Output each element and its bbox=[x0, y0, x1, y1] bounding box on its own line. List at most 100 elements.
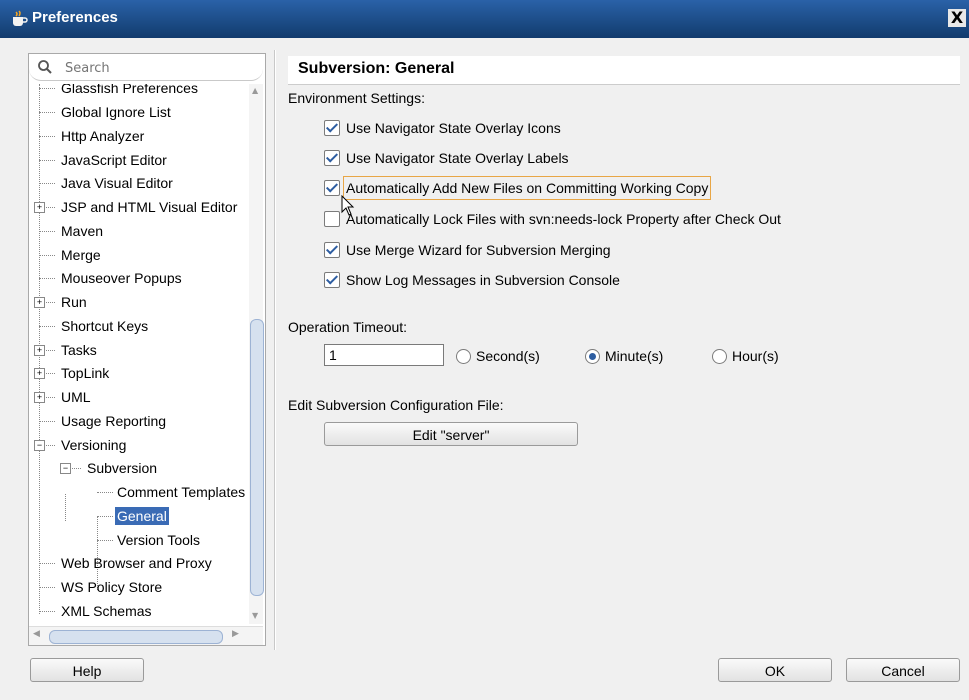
tree-horizontal-scrollbar[interactable]: ◀ ▶ bbox=[29, 626, 263, 645]
tree-item[interactable]: Web Browser and Proxy bbox=[59, 553, 214, 573]
window-title: Preferences bbox=[32, 9, 118, 26]
tree-item-label: Http Analyzer bbox=[61, 128, 145, 144]
tree-item-label: JavaScript Editor bbox=[61, 152, 167, 168]
tree-vertical-scrollbar[interactable]: ▲ ▼ bbox=[249, 84, 264, 624]
checkbox-label: Automatically Add New Files on Committin… bbox=[342, 176, 712, 200]
expand-icon[interactable]: + bbox=[34, 392, 45, 403]
radio-button[interactable] bbox=[585, 349, 600, 364]
panel-title: Subversion: General bbox=[298, 60, 455, 77]
expand-icon[interactable]: + bbox=[34, 345, 45, 356]
tree-item-label: UML bbox=[61, 389, 91, 405]
coffee-cup-icon bbox=[13, 10, 28, 26]
scrollbar-thumb[interactable] bbox=[250, 319, 264, 596]
preferences-dialog: Preferences X Search + + + + + − − Glass… bbox=[0, 0, 969, 700]
tree-item-label: Merge bbox=[61, 247, 101, 263]
collapse-icon[interactable]: − bbox=[60, 463, 71, 474]
cancel-button[interactable]: Cancel bbox=[846, 658, 960, 682]
tree-item[interactable]: Shortcut Keys bbox=[59, 316, 150, 336]
title-bar: Preferences X bbox=[0, 0, 969, 38]
tree-item[interactable]: Maven bbox=[59, 221, 105, 241]
tree-item-label: Mouseover Popups bbox=[61, 270, 182, 286]
tree-item[interactable]: JSP and HTML Visual Editor bbox=[59, 197, 239, 217]
tree-item-label: Global Ignore List bbox=[61, 104, 171, 120]
tree-item-label: General bbox=[115, 507, 169, 525]
radio-button[interactable] bbox=[456, 349, 471, 364]
tree-item-label: Subversion bbox=[87, 460, 158, 476]
timeout-input[interactable] bbox=[324, 344, 444, 366]
tree-item[interactable]: UML bbox=[59, 387, 93, 407]
tree-item[interactable]: Tasks bbox=[59, 340, 99, 360]
tree-item-label: Maven bbox=[61, 223, 104, 239]
scroll-up-icon[interactable]: ▲ bbox=[252, 86, 258, 95]
checkbox[interactable] bbox=[324, 150, 340, 166]
tree-item[interactable]: Mouseover Popups bbox=[59, 268, 184, 288]
search-box bbox=[29, 54, 263, 81]
radio-button[interactable] bbox=[712, 349, 727, 364]
tree-item-label: Tasks bbox=[61, 342, 97, 358]
checkbox[interactable] bbox=[324, 272, 340, 288]
expand-icon[interactable]: + bbox=[34, 202, 45, 213]
radio-label: Second(s) bbox=[476, 348, 540, 364]
tree-item[interactable]: TopLink bbox=[59, 363, 111, 383]
operation-timeout-label: Operation Timeout: bbox=[288, 319, 408, 335]
close-icon[interactable]: X bbox=[948, 9, 966, 27]
expand-icon[interactable]: + bbox=[34, 368, 45, 379]
tree-item[interactable]: Run bbox=[59, 292, 89, 312]
tree-item-label: Java Visual Editor bbox=[61, 175, 173, 191]
tree-item-label: Versioning bbox=[61, 437, 127, 453]
tree-item-label: Shortcut Keys bbox=[61, 318, 149, 334]
checkbox-label: Show Log Messages in Subversion Console bbox=[346, 272, 620, 288]
tree-item[interactable]: XML Schemas bbox=[59, 601, 154, 621]
tree-item-label: TopLink bbox=[61, 365, 110, 381]
tree-item[interactable]: Global Ignore List bbox=[59, 102, 173, 122]
tree-item-label: Usage Reporting bbox=[61, 413, 167, 429]
settings-panel: Subversion: General Environment Settings… bbox=[282, 50, 962, 650]
tree-item[interactable]: Versioning bbox=[59, 435, 128, 455]
tree-item[interactable]: WS Policy Store bbox=[59, 577, 164, 597]
tree-item[interactable]: Version Tools bbox=[115, 530, 202, 550]
scroll-right-icon[interactable]: ▶ bbox=[232, 629, 239, 639]
checkbox-label: Use Navigator State Overlay Labels bbox=[346, 150, 569, 166]
splitter[interactable] bbox=[274, 50, 276, 650]
checkbox-label: Automatically Lock Files with svn:needs-… bbox=[346, 211, 781, 227]
tree-item[interactable]: Merge bbox=[59, 245, 103, 265]
preferences-tree-panel: + + + + + − − Glassfish Preferences Glob… bbox=[28, 53, 266, 646]
tree-item[interactable]: Glassfish Preferences bbox=[59, 84, 200, 98]
tree-item[interactable]: Comment Templates bbox=[115, 482, 247, 502]
tree-item[interactable]: JavaScript Editor bbox=[59, 150, 169, 170]
tree-item-label: Comment Templates bbox=[117, 484, 246, 500]
tree-item[interactable]: Usage Reporting bbox=[59, 411, 168, 431]
radio-label: Minute(s) bbox=[605, 348, 664, 364]
search-input[interactable] bbox=[63, 58, 247, 78]
tree-item[interactable]: Subversion bbox=[85, 458, 159, 478]
collapse-icon[interactable]: − bbox=[34, 440, 45, 451]
mouse-cursor-icon bbox=[341, 195, 355, 216]
tree-item-selected[interactable]: General bbox=[115, 506, 169, 526]
tree-item-label: JSP and HTML Visual Editor bbox=[61, 199, 238, 215]
expand-icon[interactable]: + bbox=[34, 297, 45, 308]
checkbox[interactable] bbox=[324, 120, 340, 136]
tree-item-label: Web Browser and Proxy bbox=[61, 555, 212, 571]
tree-item-label: XML Schemas bbox=[61, 603, 152, 619]
preferences-tree: + + + + + − − Glassfish Preferences Glob… bbox=[29, 84, 247, 624]
checkbox[interactable] bbox=[324, 211, 340, 227]
environment-settings-label: Environment Settings: bbox=[288, 90, 425, 106]
edit-config-label: Edit Subversion Configuration File: bbox=[288, 397, 504, 413]
panel-header: Subversion: General bbox=[288, 56, 960, 85]
checkbox-label: Use Merge Wizard for Subversion Merging bbox=[346, 242, 611, 258]
tree-item[interactable]: Java Visual Editor bbox=[59, 173, 175, 193]
checkbox-label: Use Navigator State Overlay Icons bbox=[346, 120, 561, 136]
checkbox[interactable] bbox=[324, 180, 340, 196]
scroll-left-icon[interactable]: ◀ bbox=[33, 629, 40, 639]
ok-button[interactable]: OK bbox=[718, 658, 832, 682]
radio-label: Hour(s) bbox=[732, 348, 779, 364]
tree-item-label: WS Policy Store bbox=[61, 579, 163, 595]
edit-server-button[interactable]: Edit "server" bbox=[324, 422, 578, 446]
tree-item-label: Version Tools bbox=[117, 532, 201, 548]
help-button[interactable]: Help bbox=[30, 658, 144, 682]
tree-item[interactable]: Http Analyzer bbox=[59, 126, 146, 146]
scrollbar-thumb[interactable] bbox=[49, 630, 223, 644]
tree-item-label: Run bbox=[61, 294, 87, 310]
checkbox[interactable] bbox=[324, 242, 340, 258]
scroll-down-icon[interactable]: ▼ bbox=[252, 611, 258, 620]
